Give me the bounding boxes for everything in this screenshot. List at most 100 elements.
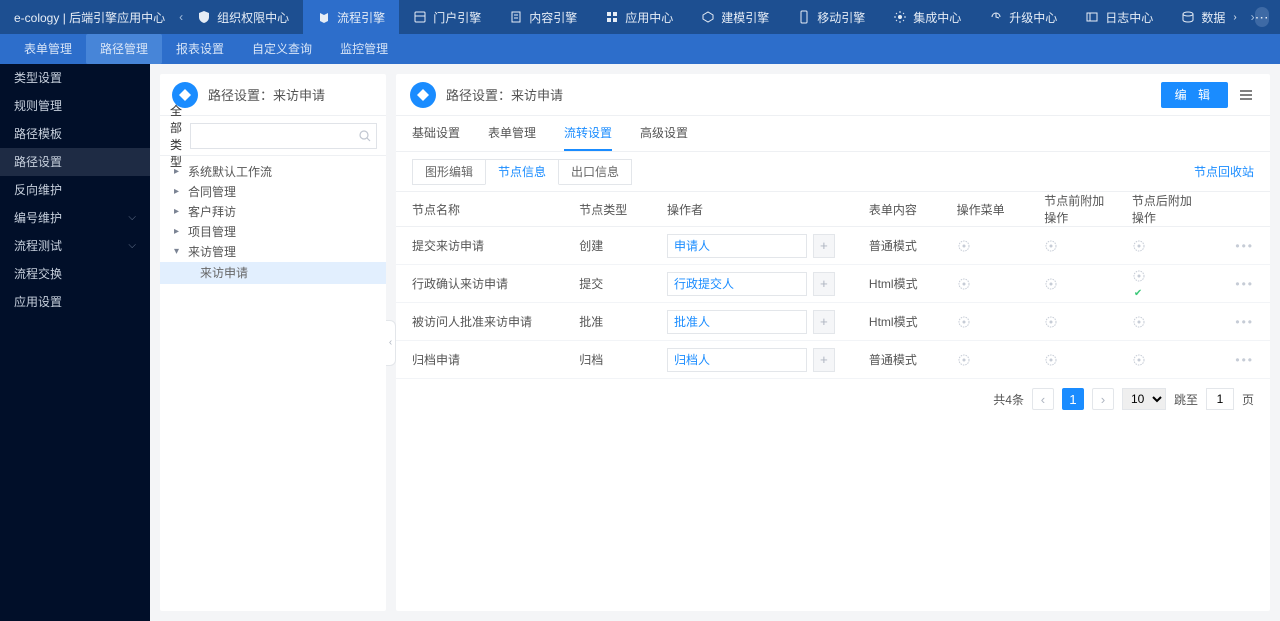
sub-nav: 表单管理路径管理报表设置自定义查询监控管理: [0, 34, 1280, 64]
pager-size-select[interactable]: 10: [1122, 388, 1166, 410]
top-item-4[interactable]: 应用中心: [591, 0, 687, 34]
top-item-8[interactable]: 升级中心: [975, 0, 1071, 34]
sidebar-item-6[interactable]: 流程测试⌵: [0, 232, 150, 260]
tree-node-1[interactable]: ▸合同管理: [160, 182, 386, 202]
search-icon[interactable]: [359, 130, 371, 142]
gear-icon[interactable]: [1132, 269, 1204, 299]
sub-item-2[interactable]: 报表设置: [162, 34, 238, 64]
sidebar-item-7[interactable]: 流程交换: [0, 260, 150, 288]
cell-type: 提交: [571, 265, 659, 303]
main-tab-1[interactable]: 表单管理: [488, 124, 536, 151]
cell-type: 批准: [571, 303, 659, 341]
sub-tabs: 图形编辑节点信息出口信息: [412, 159, 631, 185]
cell-form: Html模式: [861, 265, 949, 303]
pager-total: 共4条: [993, 391, 1024, 408]
node-recycle-link[interactable]: 节点回收站: [1194, 163, 1254, 180]
tree-node-0[interactable]: ▸系统默认工作流: [160, 162, 386, 182]
sub-tab-1[interactable]: 节点信息: [485, 159, 559, 185]
sidebar-item-4[interactable]: 反向维护: [0, 176, 150, 204]
add-operator-button[interactable]: +: [813, 348, 835, 372]
operator-input[interactable]: [667, 348, 807, 372]
cell-form: 普通模式: [861, 341, 949, 379]
sub-item-3[interactable]: 自定义查询: [238, 34, 326, 64]
sub-item-0[interactable]: 表单管理: [10, 34, 86, 64]
sidebar-item-3[interactable]: 路径设置: [0, 148, 150, 176]
more-icon[interactable]: ⋯: [1255, 7, 1269, 27]
top-item-1[interactable]: 流程引擎: [303, 0, 399, 34]
gear-icon[interactable]: [957, 353, 1029, 367]
add-operator-button[interactable]: +: [813, 272, 835, 296]
gear-icon[interactable]: [1044, 353, 1116, 367]
sub-tab-0[interactable]: 图形编辑: [412, 159, 486, 185]
tree-node-4[interactable]: ▾来访管理: [160, 242, 386, 262]
gear-icon[interactable]: [1044, 277, 1116, 291]
operator-input[interactable]: [667, 310, 807, 334]
gear-icon[interactable]: [1132, 315, 1204, 329]
edit-button[interactable]: 编 辑: [1161, 82, 1228, 108]
top-item-0[interactable]: 组织权限中心: [183, 0, 303, 34]
top-bar: e-cology | 后端引擎应用中心 ‹ 组织权限中心流程引擎门户引擎内容引擎…: [0, 0, 1280, 34]
list-toggle-icon[interactable]: [1238, 87, 1256, 103]
cell-more: •••: [1211, 265, 1270, 303]
table-body: 提交来访申请创建+普通模式•••行政确认来访申请提交+Html模式•••被访问人…: [396, 227, 1270, 379]
operator-input[interactable]: [667, 272, 807, 296]
gear-icon[interactable]: [1044, 239, 1116, 253]
pager-page-1[interactable]: 1: [1062, 388, 1084, 410]
more-icon[interactable]: •••: [1235, 277, 1254, 291]
pager-prev[interactable]: ‹: [1032, 388, 1054, 410]
gear-icon[interactable]: [1044, 315, 1116, 329]
main-tab-3[interactable]: 高级设置: [640, 124, 688, 151]
pager-next[interactable]: ›: [1092, 388, 1114, 410]
sub-item-1[interactable]: 路径管理: [86, 34, 162, 64]
cell-post: [1124, 303, 1212, 341]
gear-icon[interactable]: [957, 315, 1029, 329]
top-item-3[interactable]: 内容引擎: [495, 0, 591, 34]
tree-node-2[interactable]: ▸客户拜访: [160, 202, 386, 222]
cell-menu: [949, 265, 1037, 303]
add-operator-button[interactable]: +: [813, 234, 835, 258]
sidebar-item-1[interactable]: 规则管理: [0, 92, 150, 120]
gear-icon[interactable]: [1132, 353, 1204, 367]
triangle-down-icon: ▾: [174, 242, 184, 262]
panel-header: 路径设置：来访申请: [160, 74, 386, 116]
sidebar-item-8[interactable]: 应用设置: [0, 288, 150, 316]
top-item-5[interactable]: 建模引擎: [687, 0, 783, 34]
sidebar-item-2[interactable]: 路径模板: [0, 120, 150, 148]
top-item-2[interactable]: 门户引擎: [399, 0, 495, 34]
node-table: 节点名称节点类型操作者表单内容操作菜单节点前附加操作节点后附加操作 提交来访申请…: [396, 192, 1270, 379]
sub-tab-2[interactable]: 出口信息: [558, 159, 632, 185]
cell-more: •••: [1211, 227, 1270, 265]
th-3: 表单内容: [861, 192, 949, 227]
rp-head-left: 路径设置：来访申请: [410, 82, 563, 108]
main-tab-2[interactable]: 流转设置: [564, 124, 612, 151]
top-item-7[interactable]: 集成中心: [879, 0, 975, 34]
sidebar-item-5[interactable]: 编号维护⌵: [0, 204, 150, 232]
gear-icon[interactable]: [1132, 239, 1204, 253]
collapse-handle[interactable]: ‹: [386, 320, 396, 366]
triangle-right-icon: ▸: [174, 222, 184, 242]
sub-item-4[interactable]: 监控管理: [326, 34, 402, 64]
top-item-9[interactable]: 日志中心: [1071, 0, 1167, 34]
add-operator-button[interactable]: +: [813, 310, 835, 334]
pager-jump-input[interactable]: [1206, 388, 1234, 410]
table-header-row: 节点名称节点类型操作者表单内容操作菜单节点前附加操作节点后附加操作: [396, 192, 1270, 227]
top-item-6[interactable]: 移动引擎: [783, 0, 879, 34]
sidebar-item-0[interactable]: 类型设置: [0, 64, 150, 92]
th-2: 操作者: [659, 192, 861, 227]
top-item-10[interactable]: 数据›: [1167, 0, 1250, 34]
gear-icon[interactable]: [957, 239, 1029, 253]
th-7: [1211, 192, 1270, 227]
content: 路径设置：来访申请 全部类型 ▸系统默认工作流▸合同管理▸客户拜访▸项目管理▾来…: [150, 64, 1280, 621]
th-1: 节点类型: [571, 192, 659, 227]
tree-node-3[interactable]: ▸项目管理: [160, 222, 386, 242]
more-icon[interactable]: •••: [1235, 315, 1254, 329]
operator-input[interactable]: [667, 234, 807, 258]
workflow-icon: [410, 82, 436, 108]
main-tab-0[interactable]: 基础设置: [412, 124, 460, 151]
more-icon[interactable]: •••: [1235, 353, 1254, 367]
tree-search-input[interactable]: [190, 123, 377, 149]
tree-leaf-4-0[interactable]: 来访申请: [160, 262, 386, 284]
more-icon[interactable]: •••: [1235, 239, 1254, 253]
panel-title: 路径设置：来访申请: [446, 85, 563, 104]
gear-icon[interactable]: [957, 277, 1029, 291]
